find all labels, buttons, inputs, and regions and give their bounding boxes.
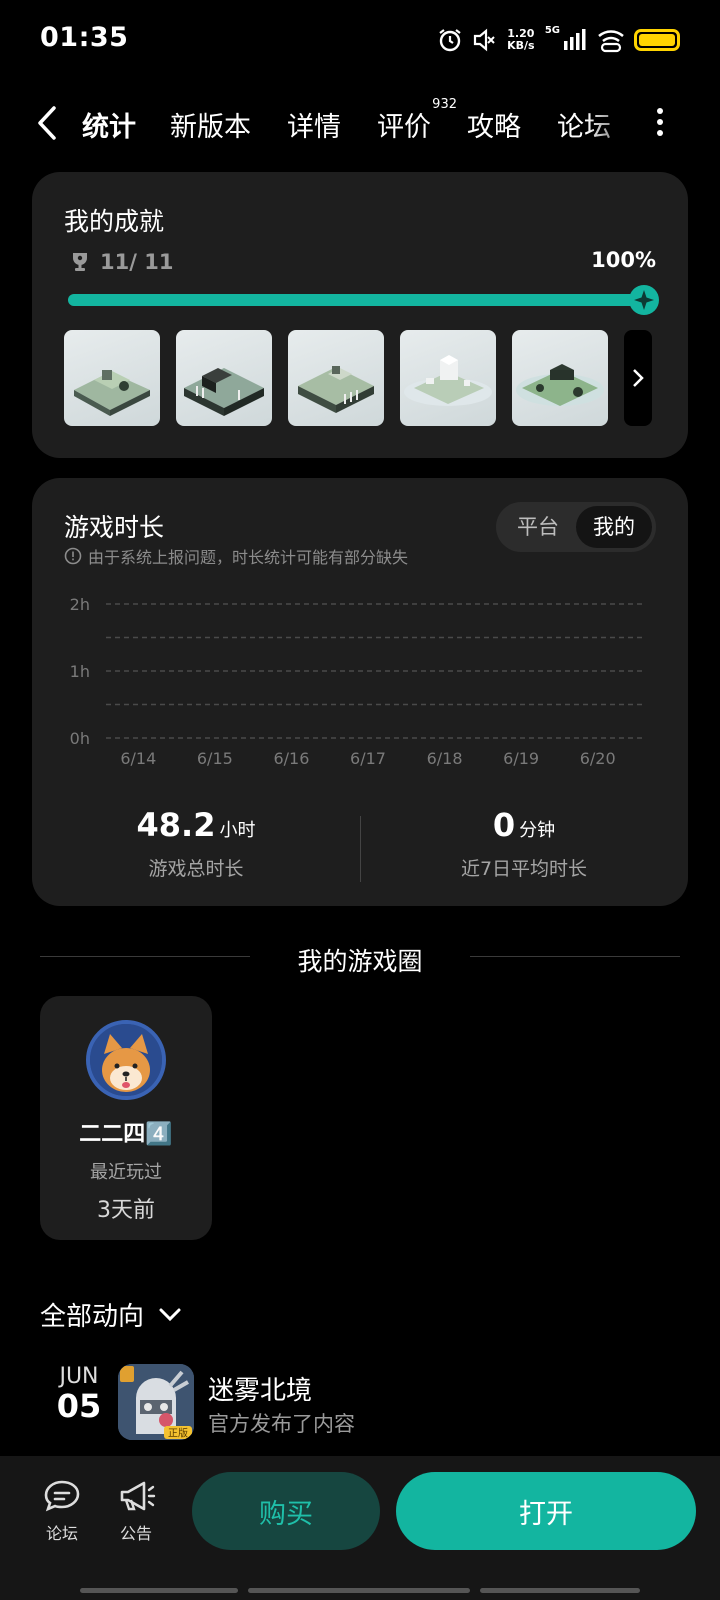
- forum-button[interactable]: 论坛: [32, 1478, 92, 1544]
- total-playtime-label: 游戏总时长: [148, 858, 244, 880]
- open-button[interactable]: 打开: [396, 1472, 696, 1550]
- x-tick-label: 6/17: [350, 749, 386, 768]
- alarm-icon: [439, 29, 461, 52]
- playtime-card: 游戏时长 由于系统上报问题，时长统计可能有部分缺失 平台 我的 0h 1h 2h 6/…: [32, 478, 688, 906]
- playtime-note: 由于系统上报问题，时长统计可能有部分缺失: [64, 544, 408, 568]
- megaphone-icon: [120, 1481, 156, 1511]
- buy-button[interactable]: 购买: [192, 1472, 380, 1550]
- achievement-progress-bar: [68, 285, 659, 315]
- tab-reviews[interactable]: 评价 932: [377, 97, 457, 144]
- tab-details[interactable]: 详情: [287, 105, 341, 144]
- nav-indicator: [248, 1588, 470, 1593]
- achievements-card[interactable]: 我的成就 11/ 11 100%: [32, 172, 688, 458]
- circle-member-last-played: 3天前: [97, 1198, 155, 1223]
- progress-star-icon: [629, 285, 659, 315]
- forum-icon: [44, 1480, 80, 1512]
- circle-member-meta: 最近玩过: [90, 1162, 162, 1183]
- tab-guides[interactable]: 攻略: [467, 105, 521, 144]
- avg-playtime-label: 近7日平均时长: [460, 858, 588, 880]
- playtime-source-toggle: 平台 我的: [496, 502, 656, 552]
- net-speed: 1.20 KB/s: [507, 27, 535, 52]
- total-playtime-unit: 小时: [219, 820, 256, 841]
- status-bar: 01:35 1.20 KB/s 5G: [0, 0, 720, 80]
- more-options-icon[interactable]: [656, 108, 664, 136]
- achievement-thumbnail[interactable]: [288, 330, 384, 426]
- x-tick-label: 6/15: [197, 749, 233, 768]
- feed-filter-label: 全部动向: [40, 1302, 145, 1332]
- achievement-thumbnail[interactable]: [400, 330, 496, 426]
- feed-month: JUN: [59, 1364, 99, 1389]
- playtime-title: 游戏时长: [64, 513, 165, 542]
- tab-stats[interactable]: 统计: [79, 105, 139, 148]
- mute-icon: [473, 28, 495, 52]
- status-icons: 1.20 KB/s 5G: [437, 24, 680, 56]
- achievement-thumbnail[interactable]: [512, 330, 608, 426]
- x-tick-label: 6/14: [120, 749, 156, 768]
- achievement-thumbnail[interactable]: [64, 330, 160, 426]
- review-count-badge: 932: [432, 96, 457, 112]
- clock: 01:35: [40, 22, 129, 53]
- achievements-title: 我的成就: [64, 207, 165, 236]
- top-nav: 统计 新版本 详情 评价 932 攻略 论坛: [0, 96, 720, 152]
- nav-indicator: [480, 1588, 640, 1593]
- x-tick-label: 6/19: [503, 749, 539, 768]
- chevron-right-icon: [633, 369, 644, 387]
- y-tick-label: 2h: [70, 595, 90, 614]
- section-divider-right: [470, 956, 680, 957]
- avg-playtime: 0 分钟 近7日平均时长: [360, 806, 688, 881]
- tab-fade: [586, 96, 646, 152]
- achievement-thumbnails: [64, 330, 652, 426]
- signal-icon: [564, 29, 586, 50]
- total-playtime-value: 48.2: [136, 806, 216, 844]
- playtime-chart: 0h 1h 2h 6/14 6/15 6/16 6/17 6/18 6/19 6/20: [70, 595, 642, 768]
- x-tick-label: 6/20: [580, 749, 616, 768]
- circle-member-name: 二二四4️⃣: [79, 1122, 173, 1147]
- avg-playtime-unit: 分钟: [519, 820, 556, 841]
- thumbnails-next-button[interactable]: [624, 330, 652, 426]
- y-tick-label: 1h: [70, 662, 90, 681]
- x-tick-label: 6/16: [273, 749, 309, 768]
- back-arrow-icon[interactable]: [34, 104, 60, 142]
- achievement-thumbnail[interactable]: [176, 330, 272, 426]
- avg-playtime-value: 0: [492, 806, 516, 844]
- achievement-count: 11/ 11: [68, 250, 173, 274]
- feed-date: JUN 05: [44, 1364, 114, 1425]
- tab-new-version[interactable]: 新版本: [170, 105, 251, 144]
- x-tick-label: 6/18: [427, 749, 463, 768]
- feed-item[interactable]: JUN 05 正版 迷雾北境 官方发布了内容: [40, 1364, 680, 1444]
- bottom-action-bar: 论坛 公告 购买 打开: [0, 1456, 720, 1600]
- wifi-icon: [598, 30, 624, 53]
- battery-icon: [634, 29, 680, 51]
- notice-button[interactable]: 公告: [106, 1478, 166, 1544]
- avatar: [86, 1020, 166, 1100]
- trophy-icon: [73, 253, 87, 271]
- feed-day: 05: [56, 1387, 102, 1425]
- network-type: 5G: [544, 25, 560, 36]
- circle-member-card[interactable]: 二二四4️⃣ 最近玩过 3天前: [40, 996, 212, 1240]
- info-icon: [64, 547, 82, 565]
- total-playtime: 48.2 小时 游戏总时长: [32, 806, 360, 881]
- feed-item-title: 迷雾北境: [208, 1376, 313, 1406]
- game-icon: 正版: [118, 1364, 194, 1440]
- y-tick-label: 0h: [70, 729, 90, 748]
- svg-text:正版: 正版: [168, 1427, 188, 1440]
- feed-item-subtitle: 官方发布了内容: [208, 1412, 355, 1436]
- chevron-down-icon: [159, 1308, 181, 1321]
- feed-filter[interactable]: 全部动向: [40, 1296, 182, 1333]
- toggle-platform[interactable]: 平台: [500, 506, 576, 548]
- nav-indicator: [80, 1588, 238, 1593]
- achievement-percent: 100%: [591, 248, 656, 272]
- tab-bar: 统计 新版本 详情 评价 932 攻略 论坛: [79, 96, 611, 152]
- toggle-mine[interactable]: 我的: [576, 506, 652, 548]
- circle-section-title: 我的游戏圈: [297, 947, 423, 976]
